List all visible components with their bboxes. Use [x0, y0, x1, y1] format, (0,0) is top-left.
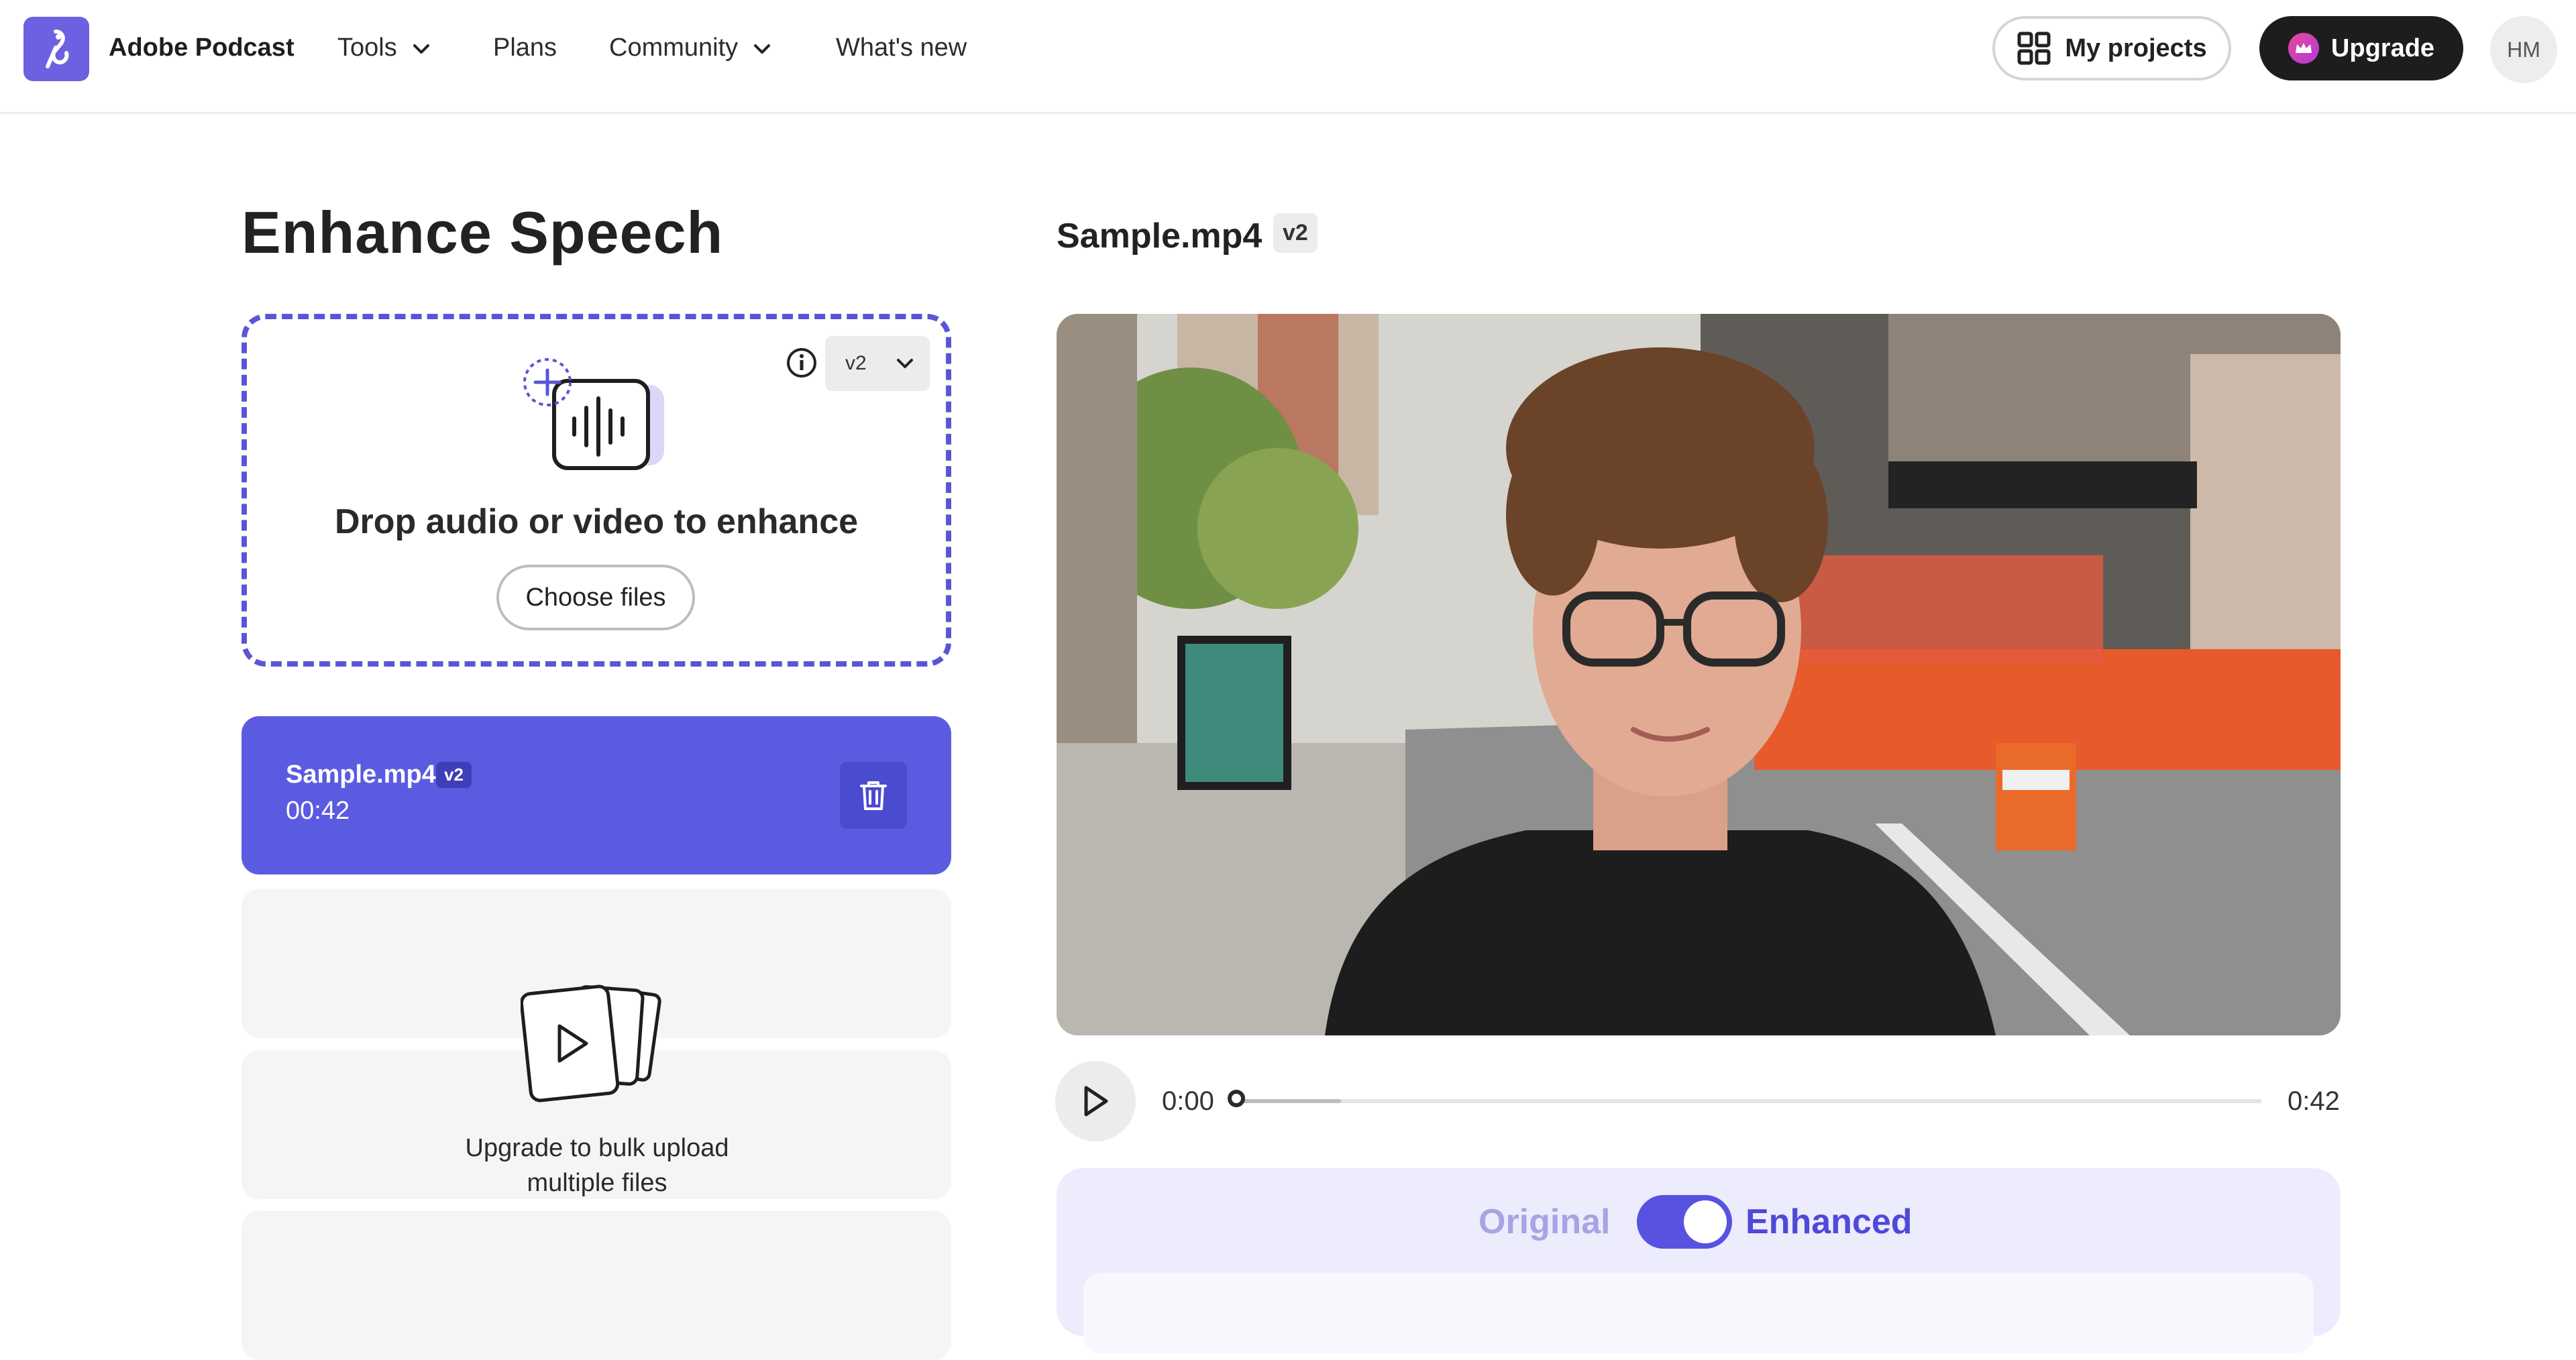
nav-community[interactable]: Community: [609, 34, 771, 62]
chevron-down-icon: [897, 359, 913, 368]
info-icon[interactable]: [785, 346, 818, 380]
dropzone-title: Drop audio or video to enhance: [334, 502, 859, 541]
app-name[interactable]: Adobe Podcast: [109, 34, 294, 62]
compare-panel: [1057, 1168, 2341, 1353]
file-version-badge: v2: [436, 762, 472, 788]
podcast-logo-icon: [46, 30, 69, 68]
nav-whats-new-label: What's new: [836, 34, 967, 62]
enhanced-label[interactable]: Enhanced: [1746, 1202, 1913, 1242]
file-duration: 00:42: [286, 797, 350, 825]
upgrade-button[interactable]: Upgrade: [2259, 16, 2463, 80]
dropzone[interactable]: v2 Drop audio or video to enhance Choose…: [241, 314, 951, 667]
compare-inner-panel: [1083, 1273, 2314, 1353]
original-label[interactable]: Original: [1479, 1202, 1610, 1242]
version-select-value: v2: [845, 352, 867, 374]
video-frame-image: [1057, 314, 2341, 1035]
nav-plans[interactable]: Plans: [493, 34, 557, 62]
choose-files-button[interactable]: Choose files: [496, 565, 695, 630]
bulk-upload-video-files-icon: [521, 984, 661, 1102]
page-title: Enhance Speech: [241, 199, 724, 266]
nav-whats-new[interactable]: What's new: [836, 34, 967, 62]
bulk-upload-text-line-2: multiple files: [527, 1169, 667, 1197]
chevron-down-icon: [754, 44, 771, 54]
video-preview[interactable]: [1057, 314, 2341, 1035]
seek-bar[interactable]: [1238, 1099, 2262, 1103]
upgrade-label: Upgrade: [2330, 34, 2435, 62]
my-projects-label: My projects: [2065, 34, 2207, 62]
play-button[interactable]: [1055, 1061, 1136, 1141]
enhanced-toggle[interactable]: [1637, 1195, 1732, 1249]
toggle-knob: [1684, 1200, 1727, 1243]
nav-plans-label: Plans: [493, 34, 557, 62]
buffered-progress: [1238, 1099, 1341, 1103]
nav-tools-label: Tools: [337, 34, 397, 62]
preview-version-badge: v2: [1273, 213, 1318, 253]
preview-file-title: Sample.mp4: [1057, 217, 1263, 256]
audio-upload-illustration-icon: [523, 358, 664, 470]
version-select[interactable]: v2: [825, 336, 930, 391]
nav-tools[interactable]: Tools: [337, 34, 431, 62]
bulk-upload-text-line-1: Upgrade to bulk upload: [465, 1134, 729, 1162]
trash-icon: [860, 781, 887, 810]
empty-file-slot: [241, 1211, 951, 1360]
avatar[interactable]: HM: [2490, 16, 2557, 83]
nav-community-label: Community: [609, 34, 739, 62]
total-time: 0:42: [2288, 1086, 2340, 1116]
adobe-podcast-logo[interactable]: [23, 17, 89, 81]
my-projects-button[interactable]: My projects: [1992, 16, 2231, 80]
chevron-down-icon: [413, 44, 429, 54]
top-navigation-bar: Adobe Podcast Tools Plans Community What…: [0, 0, 2576, 114]
delete-file-button[interactable]: [840, 762, 907, 829]
crown-icon: [2288, 33, 2319, 64]
play-icon: [1084, 1086, 1108, 1117]
seek-handle[interactable]: [1228, 1090, 1245, 1107]
bulk-upload-text: Upgrade to bulk upload multiple files: [402, 1131, 792, 1200]
current-time: 0:00: [1162, 1086, 1214, 1116]
grid-icon: [2017, 32, 2051, 65]
file-list-item-selected[interactable]: Sample.mp4 v2 00:42: [241, 716, 951, 874]
file-name: Sample.mp4: [286, 760, 436, 789]
